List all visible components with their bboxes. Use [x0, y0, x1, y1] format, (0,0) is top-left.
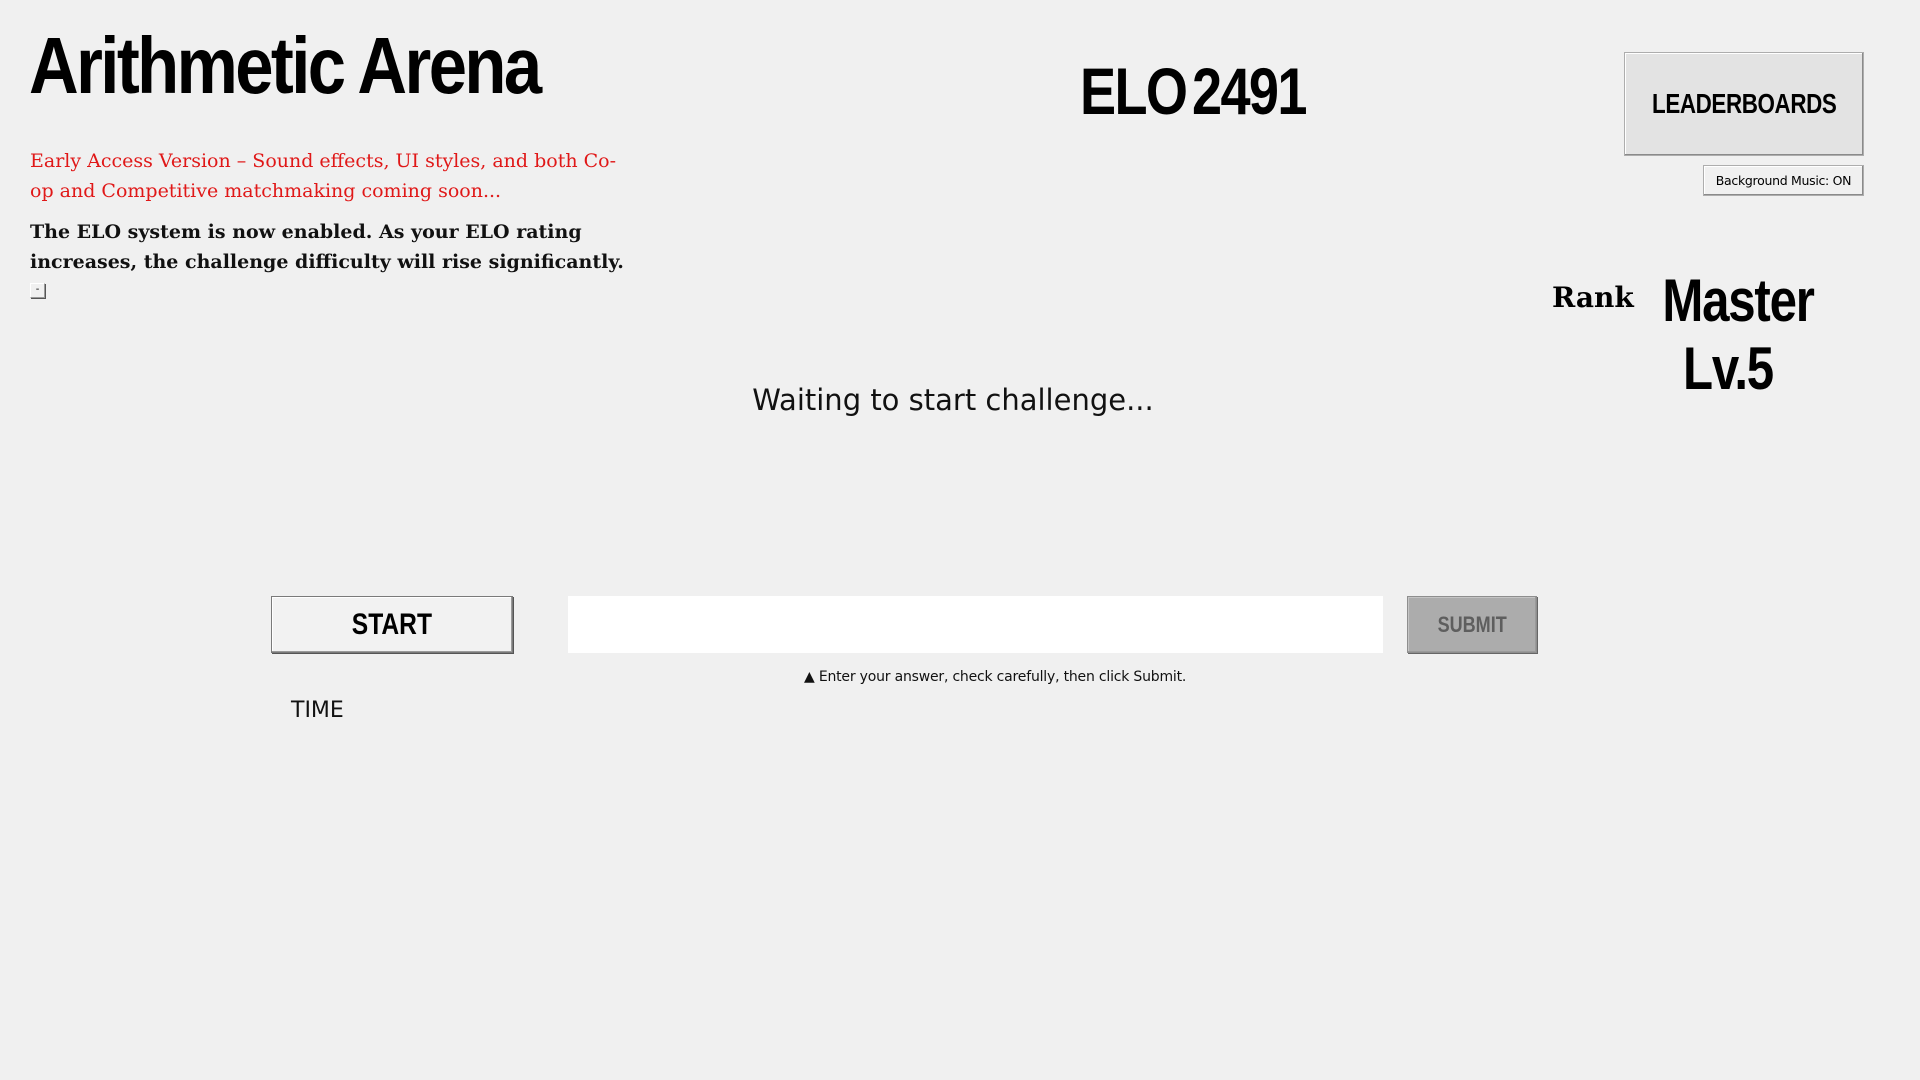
- rank-label: Rank: [1552, 281, 1634, 314]
- leaderboards-button[interactable]: LEADERBOARDS: [1624, 52, 1864, 156]
- elo-label: ELO: [1080, 54, 1188, 128]
- start-button[interactable]: START: [271, 596, 513, 653]
- app-title: Arithmetic Arena: [29, 21, 542, 110]
- submit-button[interactable]: SUBMIT: [1407, 596, 1537, 653]
- challenge-status: Waiting to start challenge...: [752, 383, 1154, 417]
- collapse-notice-button[interactable]: -: [30, 283, 45, 298]
- leaderboards-button-label: LEADERBOARDS: [1651, 88, 1837, 119]
- start-button-label: START: [351, 607, 433, 641]
- background-music-toggle[interactable]: Background Music: ON: [1703, 165, 1864, 196]
- rank-tier: Master: [1662, 267, 1814, 334]
- elo-value: 2491: [1192, 54, 1307, 128]
- answer-input[interactable]: [568, 596, 1383, 653]
- elo-system-notice: The ELO system is now enabled. As your E…: [30, 221, 624, 273]
- early-access-notice: Early Access Version – Sound effects, UI…: [30, 150, 617, 202]
- time-label: TIME: [291, 698, 344, 723]
- submit-button-label: SUBMIT: [1437, 611, 1507, 637]
- answer-hint: ▲ Enter your answer, check carefully, th…: [804, 669, 1187, 685]
